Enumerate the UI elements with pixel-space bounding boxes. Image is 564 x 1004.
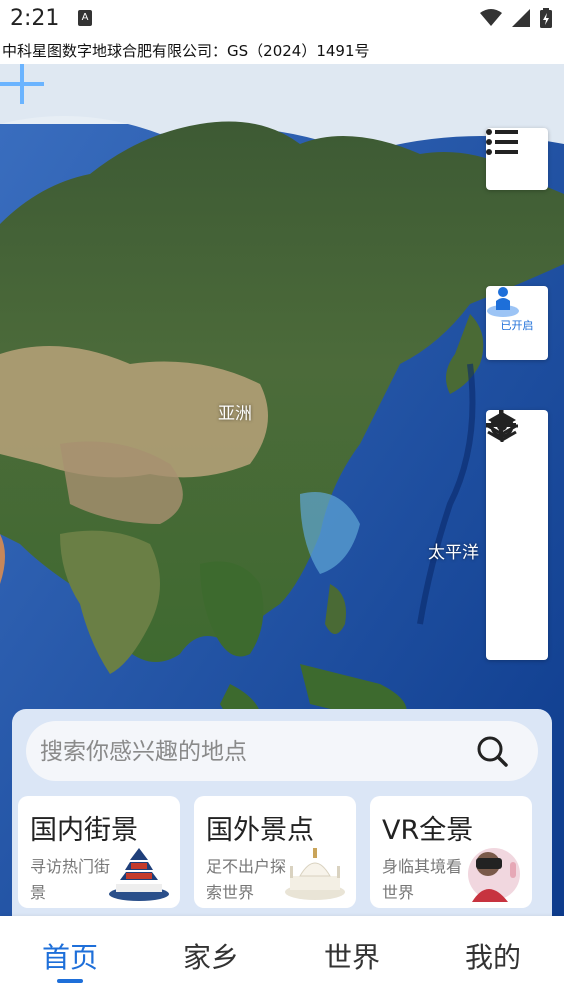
nav-hometown[interactable]: 家乡 — [166, 936, 256, 976]
battery-icon — [540, 8, 552, 28]
zoom-out-button[interactable] — [486, 423, 548, 598]
map-label-ocean: 太平洋 — [428, 543, 479, 563]
street-view-status: 已开启 — [500, 318, 534, 332]
layer-list-button[interactable] — [486, 128, 548, 190]
explore-panel: 国内街景 寻访热门街景 国外景点 足不出户探索世界 VR全景 身临其境看世界 — [12, 709, 552, 916]
locate-button[interactable] — [486, 410, 548, 661]
street-view-toggle[interactable]: 已开启 — [486, 286, 548, 360]
notification-icon: A — [78, 10, 92, 26]
wifi-icon — [480, 9, 502, 26]
clock: 2:21 — [10, 6, 60, 31]
map-center-crosshair — [0, 64, 44, 104]
system-icons — [480, 8, 552, 28]
map-copyright: 中科星图数字地球合肥有限公司：GS（2024）1491号 — [0, 38, 564, 64]
street-view-person-icon — [487, 287, 519, 317]
zoom-in-button[interactable] — [486, 410, 548, 536]
palace-dome-icon — [285, 848, 345, 900]
temple-of-heaven-icon — [109, 848, 169, 901]
search-input[interactable] — [38, 721, 462, 783]
locate-icon — [486, 410, 518, 442]
card-vr-panorama[interactable]: VR全景 身临其境看世界 — [370, 796, 532, 908]
nav-mine[interactable]: 我的 — [448, 936, 538, 976]
map-control-stack — [486, 410, 548, 660]
card-subtitle: 身临其境看世界 — [382, 857, 463, 902]
card-subtitle: 足不出户探索世界 — [206, 857, 287, 902]
card-subtitle: 寻访热门街景 — [30, 857, 111, 902]
nav-active-indicator — [57, 979, 83, 983]
bottom-nav: 首页 家乡 世界 我的 — [0, 916, 564, 1004]
search-icon[interactable] — [476, 735, 508, 767]
vr-headset-person-icon — [468, 848, 520, 902]
signal-icon — [512, 9, 530, 27]
card-foreign-attractions[interactable]: 国外景点 足不出户探索世界 — [194, 796, 356, 908]
nav-home[interactable]: 首页 — [25, 936, 115, 976]
search-bar[interactable] — [26, 721, 538, 783]
card-domestic-street-view[interactable]: 国内街景 寻访热门街景 — [18, 796, 180, 908]
nav-world[interactable]: 世界 — [307, 936, 397, 976]
list-icon — [486, 129, 518, 155]
status-bar: 2:21 A — [0, 0, 564, 38]
map-label-continent: 亚洲 — [218, 404, 252, 424]
